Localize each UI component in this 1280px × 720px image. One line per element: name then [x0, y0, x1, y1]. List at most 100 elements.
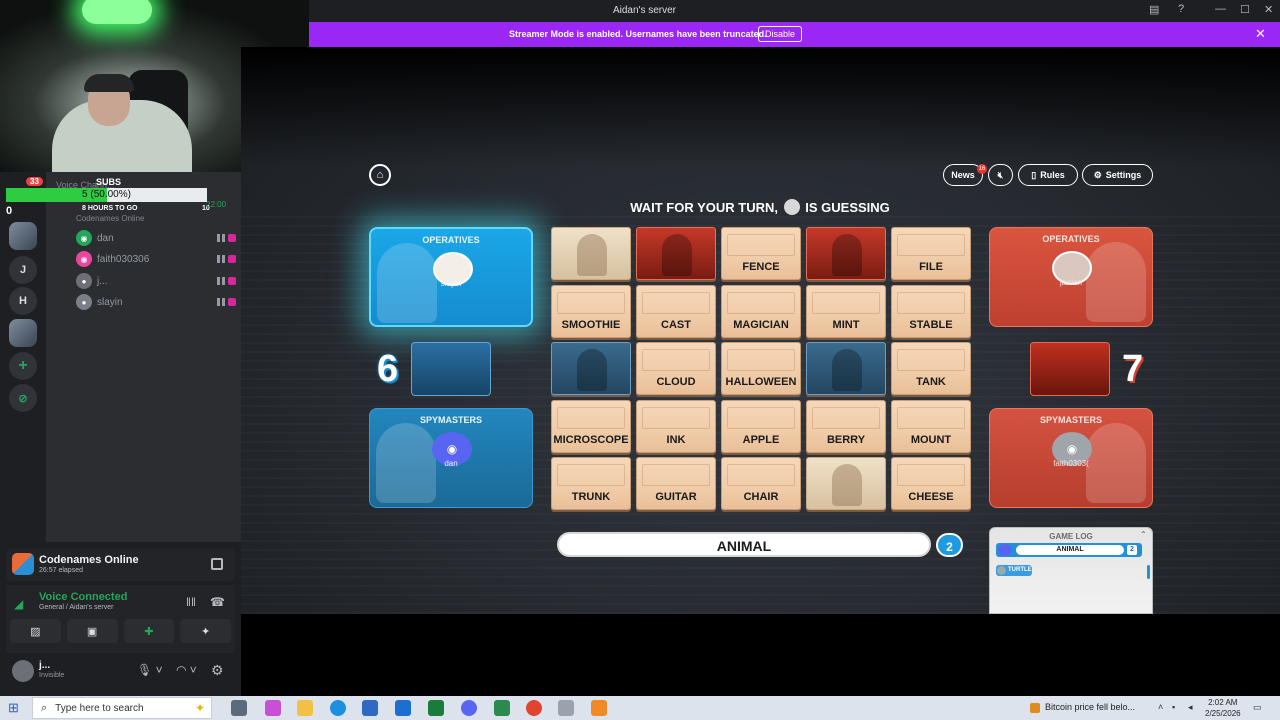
voice-user[interactable]: ● j... — [76, 272, 236, 290]
discord-icon[interactable] — [461, 700, 477, 716]
voice-user[interactable]: ◉ faith030306 — [76, 250, 236, 268]
word-card[interactable]: APPLE — [721, 399, 801, 453]
explore-icon[interactable]: ⊘ — [9, 384, 37, 412]
close-banner-icon[interactable]: ✕ — [1255, 26, 1266, 42]
screen-share-button[interactable]: ▣ — [66, 619, 118, 643]
word-card[interactable]: CAST — [636, 284, 716, 338]
red-spymasters-panel[interactable]: SPYMASTERS ◉ faith0303( — [989, 408, 1153, 508]
word-card[interactable]: INK — [636, 399, 716, 453]
server-icon-2[interactable] — [9, 319, 37, 347]
word-card[interactable]: CHEESE — [891, 457, 971, 510]
maximize-button[interactable]: ☐ — [1240, 3, 1250, 16]
signal-icon[interactable]: ◢ — [14, 597, 23, 611]
home-button[interactable]: ⌂ — [369, 164, 391, 186]
gear-icon[interactable]: ⚙ — [211, 662, 224, 679]
date: 2/25/2026 — [1205, 709, 1241, 718]
activity-card[interactable]: Codenames Online 26:57 elapsed — [6, 548, 235, 581]
noise-suppression-icon[interactable]: ǁǁ — [186, 595, 196, 609]
outlook-icon[interactable] — [395, 700, 411, 716]
word-card[interactable]: BERRY — [806, 399, 886, 453]
word-card[interactable]: CLOUD — [636, 342, 716, 395]
red-operatives-panel[interactable]: OPERATIVES jarrien — [989, 227, 1153, 327]
voice-user[interactable]: ● slayin — [76, 293, 236, 311]
word-card[interactable]: TANK — [891, 342, 971, 395]
card-word: CHEESE — [908, 491, 954, 503]
server-icon[interactable] — [9, 222, 37, 250]
card-frame — [642, 464, 710, 486]
log-guess-entry: TURTLE — [996, 565, 1032, 576]
windows-start-icon[interactable]: ⊞ — [8, 701, 22, 715]
leave-activity-icon[interactable] — [211, 558, 223, 570]
revealed-card-neutral[interactable] — [806, 457, 886, 510]
word-card[interactable]: MICROSCOPE — [551, 399, 631, 453]
word-card[interactable]: CHAIR — [721, 457, 801, 510]
user-avatar[interactable] — [12, 660, 34, 682]
xbox-icon[interactable] — [428, 700, 444, 716]
word-card[interactable]: TRUNK — [551, 457, 631, 510]
chrome-icon[interactable] — [526, 700, 542, 716]
disconnect-icon[interactable]: ☎ — [210, 595, 225, 609]
search-placeholder: Type here to search — [55, 702, 144, 714]
clock[interactable]: 2:02 AM 2/25/2026 — [1205, 697, 1241, 719]
tray-chevron-icon[interactable]: ˄ — [1158, 702, 1163, 712]
disable-button[interactable]: Disable — [758, 26, 803, 42]
activity-button[interactable]: ✚ — [123, 619, 175, 643]
user-avatar: ● — [76, 273, 92, 289]
app-icon-2[interactable] — [558, 700, 574, 716]
player-name: dan — [444, 459, 458, 468]
log-scrollbar[interactable] — [1147, 565, 1150, 579]
help-icon[interactable]: ? — [1178, 3, 1184, 15]
collapse-icon[interactable]: ⌃ — [1140, 530, 1147, 539]
minimize-button[interactable]: — — [1215, 3, 1226, 15]
word-card[interactable]: FENCE — [721, 227, 801, 280]
word-card[interactable]: STABLE — [891, 284, 971, 338]
revealed-card-red[interactable] — [636, 227, 716, 280]
settings-button[interactable]: ⚙ Settings — [1082, 164, 1153, 186]
word-card[interactable]: FILE — [891, 227, 971, 280]
network-icon[interactable]: ▪ — [1172, 702, 1175, 712]
voice-user[interactable]: ◉ dan — [76, 229, 236, 247]
close-button[interactable]: ✕ — [1264, 3, 1273, 16]
word-card[interactable]: SMOOTHIE — [551, 284, 631, 338]
revealed-card-blue[interactable] — [806, 342, 886, 395]
word-card[interactable]: MINT — [806, 284, 886, 338]
voice-activity: Codenames Online — [76, 214, 145, 223]
file-explorer-icon[interactable] — [297, 700, 313, 716]
news-widget[interactable]: Bitcoin price fell belo... — [1030, 702, 1135, 713]
sound-toggle-button[interactable]: 🔇︎ — [988, 164, 1013, 186]
server-h[interactable]: H — [9, 287, 37, 315]
edge-icon[interactable] — [330, 700, 346, 716]
game-log[interactable]: GAME LOG ⌃ ANIMAL 2 TURTLE — [989, 527, 1153, 614]
copilot-app-icon[interactable] — [265, 700, 281, 716]
revealed-card-neutral[interactable] — [551, 227, 631, 280]
rules-button[interactable]: ▯ Rules — [1018, 164, 1078, 186]
word-card[interactable]: GUITAR — [636, 457, 716, 510]
word-card[interactable]: HALLOWEEN — [721, 342, 801, 395]
inbox-icon[interactable]: ▤ — [1149, 3, 1159, 16]
clue-number: 2 — [936, 533, 963, 557]
word-card[interactable]: MOUNT — [891, 399, 971, 453]
revealed-card-blue[interactable] — [551, 342, 631, 395]
app-icon[interactable] — [494, 700, 510, 716]
agent-portrait — [577, 234, 607, 276]
revealed-card-red[interactable] — [806, 227, 886, 280]
headphones-icon[interactable]: ◠ ˅ — [176, 663, 197, 677]
microphone-icon[interactable]: 🎙︎ ˅ — [137, 663, 163, 677]
voice-location[interactable]: General / Aidan's server — [39, 604, 113, 611]
blue-operatives-panel[interactable]: OPERATIVES slayin — [369, 227, 533, 327]
add-server-button[interactable]: + — [9, 352, 37, 380]
store-icon[interactable] — [362, 700, 378, 716]
camera-off-button[interactable]: ▨ — [10, 619, 61, 643]
app-icon-3[interactable] — [591, 700, 607, 716]
server-j[interactable]: J — [9, 256, 37, 284]
card-word: SMOOTHIE — [561, 318, 621, 331]
mute-icon: 🔇︎ — [997, 169, 1004, 180]
blue-spymasters-panel[interactable]: SPYMASTERS ◉ dan — [369, 408, 533, 508]
vr-headset-icon — [228, 298, 236, 306]
notifications-icon[interactable]: ▭ — [1253, 702, 1262, 713]
task-view-icon[interactable] — [231, 700, 247, 716]
word-card[interactable]: MAGICIAN — [721, 284, 801, 338]
soundboard-button[interactable]: ✦ — [180, 619, 231, 643]
taskbar-search[interactable]: ⌕ Type here to search ✦ — [32, 697, 212, 719]
volume-icon[interactable]: ◂ — [1188, 702, 1193, 713]
